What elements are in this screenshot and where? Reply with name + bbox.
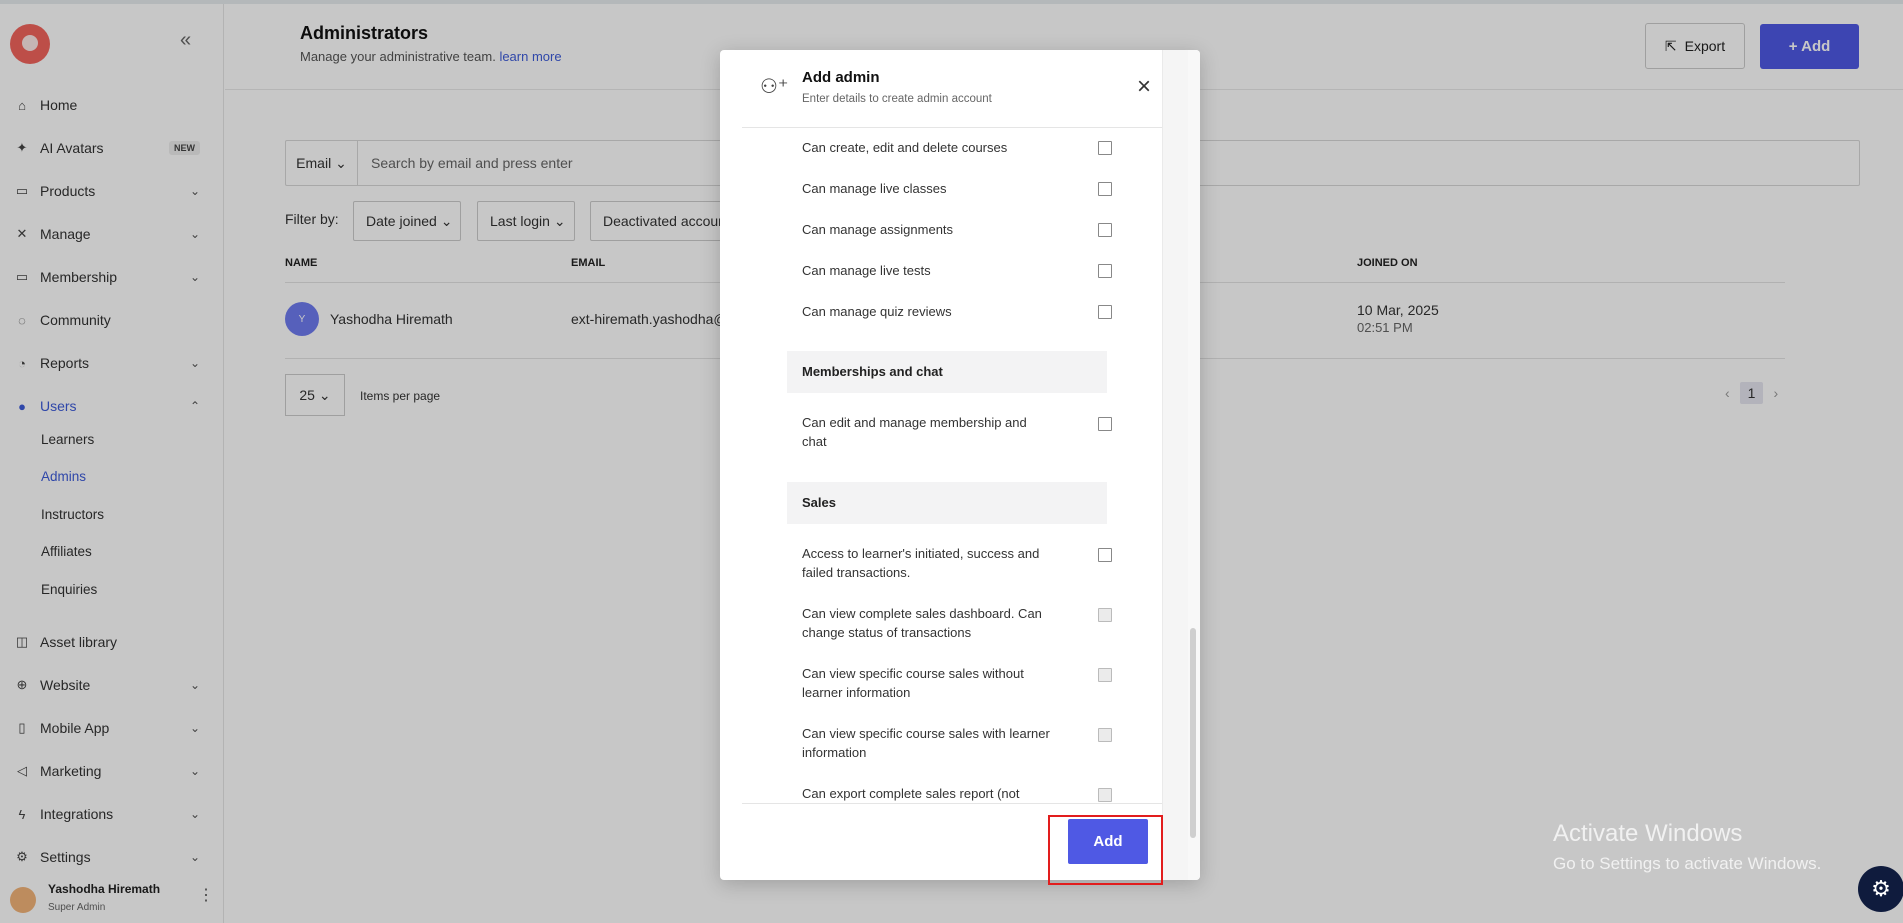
permission-label: Access to learner's initiated, success a… (802, 546, 1040, 580)
permission-checkbox[interactable] (1098, 141, 1112, 155)
section-title: Sales (802, 495, 836, 510)
modal-header: ⚇⁺ Add admin Enter details to create adm… (742, 50, 1162, 128)
modal-title: Add admin (802, 69, 880, 86)
permission-label: Can export complete sales report (not (802, 786, 1020, 801)
permission-label: Can manage assignments (802, 222, 954, 237)
permission-checkbox[interactable] (1098, 182, 1112, 196)
windows-activation-watermark: Activate Windows Go to Settings to activ… (1553, 820, 1821, 874)
inner-scrollbar-track[interactable] (1162, 50, 1188, 880)
section-title: Memberships and chat (802, 364, 943, 379)
section-heading-membership: Memberships and chat (787, 351, 1107, 393)
close-icon[interactable]: × (1137, 75, 1151, 99)
permission-checkbox[interactable] (1098, 668, 1112, 682)
modal-subtitle: Enter details to create admin account (802, 93, 992, 105)
add-admin-modal: ⚇⁺ Add admin Enter details to create adm… (720, 50, 1200, 880)
permission-label: Can manage live tests (802, 263, 931, 278)
add-user-icon: ⚇⁺ (760, 76, 789, 98)
permission-label: Can view specific course sales with lear… (802, 726, 1050, 760)
permission-checkbox[interactable] (1098, 548, 1112, 562)
watermark-title: Activate Windows (1553, 820, 1743, 847)
permission-label: Can view complete sales dashboard. Can c… (802, 606, 1042, 640)
permission-checkbox[interactable] (1098, 728, 1112, 742)
section-heading-sales: Sales (787, 482, 1107, 524)
scrollbar-thumb[interactable] (1190, 628, 1196, 838)
permission-label: Can manage live classes (802, 181, 947, 196)
permission-label: Can manage quiz reviews (802, 304, 952, 319)
permission-checkbox[interactable] (1098, 608, 1112, 622)
permission-label: Can create, edit and delete courses (802, 140, 1008, 155)
permissions-list: Can create, edit and delete courses Can … (742, 130, 1162, 803)
permission-checkbox[interactable] (1098, 223, 1112, 237)
permission-checkbox[interactable] (1098, 417, 1112, 431)
permission-checkbox[interactable] (1098, 305, 1112, 319)
permission-checkbox[interactable] (1098, 264, 1112, 278)
permission-label: Can view specific course sales without l… (802, 666, 1024, 700)
permission-label: Can edit and manage membership and chat (802, 415, 1027, 449)
permission-checkbox[interactable] (1098, 788, 1112, 802)
watermark-subtitle: Go to Settings to activate Windows. (1553, 854, 1822, 873)
highlight-box (1048, 815, 1163, 885)
help-widget-icon[interactable]: ⚙ (1858, 866, 1903, 912)
